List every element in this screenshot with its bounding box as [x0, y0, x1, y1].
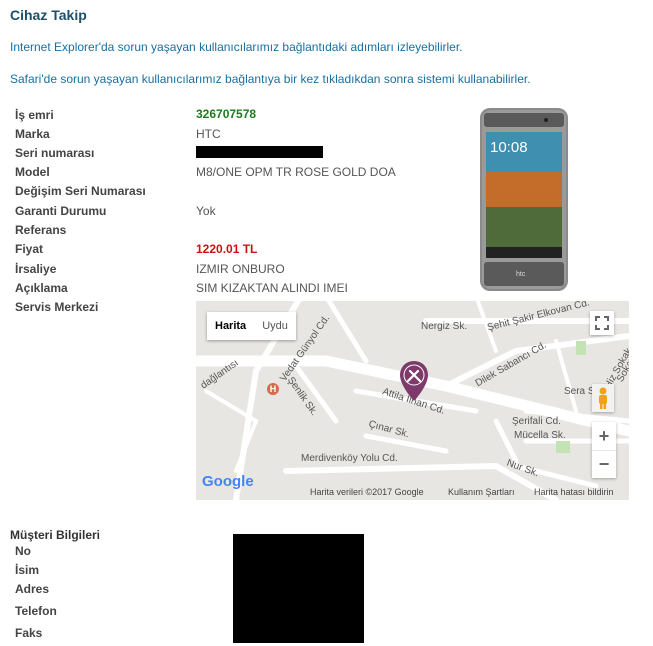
street-label: Nergiz Sk. — [421, 321, 468, 332]
page-title: Cihaz Takip — [10, 7, 87, 23]
safari-help-link[interactable]: Safari'de sorun yaşayan kullanıcılarımız… — [10, 72, 531, 86]
report-map-error-link[interactable]: Harita hatası bildirin — [534, 487, 614, 497]
brand-label: Marka — [15, 127, 50, 141]
price-value: 1220.01 TL — [196, 242, 258, 256]
exchange-serial-label: Değişim Seri Numarası — [15, 184, 146, 198]
description-value: SIM KIZAKTAN ALINDI IMEI — [196, 281, 348, 295]
customer-phone-label: Telefon — [15, 604, 57, 618]
fullscreen-icon — [595, 316, 609, 330]
waybill-label: İrsaliye — [15, 262, 57, 276]
price-label: Fiyat — [15, 242, 44, 256]
ie-help-link[interactable]: Internet Explorer'da sorun yaşayan kulla… — [10, 40, 463, 54]
customer-name-label: İsim — [15, 563, 40, 577]
service-center-map[interactable]: Nergiz Sk. Şehit Şakir Elkovan Cd. Vedat… — [196, 301, 629, 500]
brand-value: HTC — [196, 127, 221, 141]
zoom-in-button[interactable]: + — [592, 422, 616, 450]
fullscreen-button[interactable] — [590, 311, 614, 335]
map-data-attribution: Harita verileri ©2017 Google — [310, 487, 424, 497]
serial-redaction — [196, 146, 323, 158]
pegman-icon — [599, 387, 607, 409]
service-center-label: Servis Merkezi — [15, 300, 99, 314]
customer-address-label: Adres — [15, 582, 50, 596]
street-label: Mücella Sk. — [514, 430, 566, 441]
street-view-button[interactable] — [592, 384, 614, 412]
warranty-label: Garanti Durumu — [15, 204, 107, 218]
map-type-control: Harita Uydu — [207, 312, 296, 340]
description-label: Açıklama — [15, 281, 68, 295]
warranty-value: Yok — [196, 204, 216, 218]
phone-clock: 10:08 — [490, 139, 528, 156]
customer-info-redaction — [233, 534, 364, 643]
zoom-control: + − — [592, 422, 616, 478]
customer-info-title: Müşteri Bilgileri — [10, 528, 101, 542]
map-type-satellite-button[interactable]: Uydu — [254, 312, 296, 340]
reference-label: Referans — [15, 223, 67, 237]
terms-link[interactable]: Kullanım Şartları — [448, 487, 515, 497]
customer-fax-label: Faks — [15, 626, 43, 640]
hospital-icon: H — [267, 383, 279, 395]
work-order-label: İş emri — [15, 108, 54, 122]
google-logo: Google — [202, 473, 254, 490]
map-type-map-button[interactable]: Harita — [207, 312, 254, 340]
device-image: 10:08 htc — [480, 108, 568, 291]
zoom-out-button[interactable]: − — [592, 450, 616, 479]
model-label: Model — [15, 165, 50, 179]
customer-no-label: No — [15, 544, 31, 558]
waybill-value: IZMIR ONBURO — [196, 262, 285, 276]
location-pin-icon[interactable] — [398, 359, 430, 403]
work-order-value: 326707578 — [196, 107, 257, 121]
model-value: M8/ONE OPM TR ROSE GOLD DOA — [196, 165, 396, 179]
street-label: Merdivenköy Yolu Cd. — [301, 453, 398, 464]
phone-brand: htc — [516, 271, 526, 278]
street-label: Şerifali Cd. — [512, 416, 561, 427]
serial-label: Seri numarası — [15, 146, 95, 160]
